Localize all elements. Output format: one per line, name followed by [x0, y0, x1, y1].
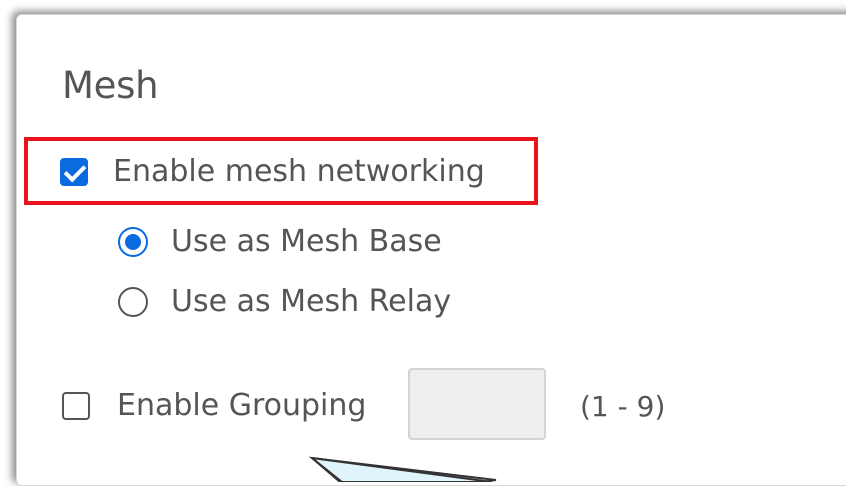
enable-mesh-label: Enable mesh networking	[113, 154, 485, 189]
mesh-relay-label: Use as Mesh Relay	[171, 284, 452, 319]
enable-mesh-row[interactable]: Enable mesh networking	[60, 154, 485, 189]
mesh-base-option[interactable]: Use as Mesh Base	[118, 224, 442, 259]
enable-grouping-label: Enable Grouping	[117, 388, 367, 423]
section-title: Mesh	[62, 64, 159, 107]
enable-mesh-checkbox[interactable]	[60, 157, 88, 186]
mesh-base-label: Use as Mesh Base	[171, 224, 442, 259]
enable-grouping-checkbox[interactable]	[62, 391, 90, 420]
enable-grouping-row[interactable]: Enable Grouping	[62, 388, 366, 423]
mesh-relay-option[interactable]: Use as Mesh Relay	[118, 284, 451, 319]
mesh-relay-radio[interactable]	[118, 286, 148, 317]
grouping-range-hint: (1 - 9)	[580, 390, 666, 423]
mesh-base-radio[interactable]	[118, 226, 148, 257]
grouping-number-input[interactable]	[408, 368, 546, 440]
